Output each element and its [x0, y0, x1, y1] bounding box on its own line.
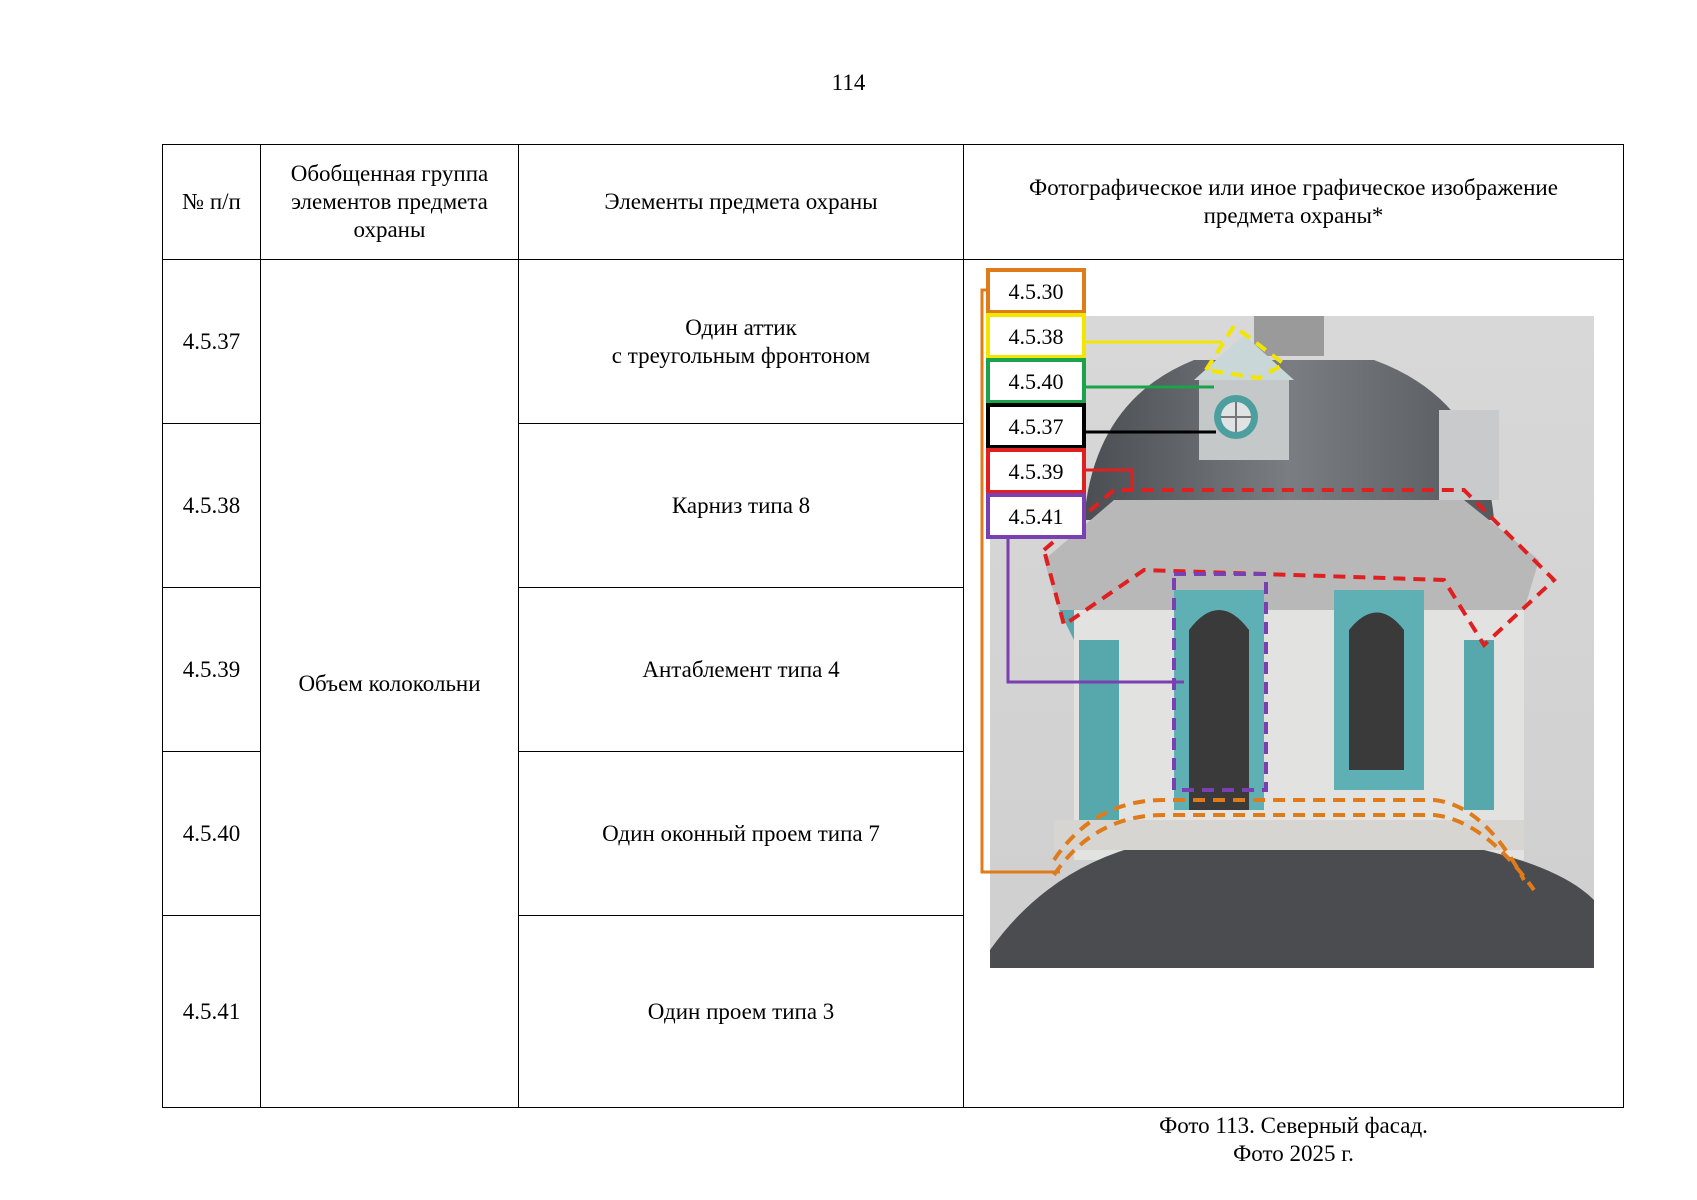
pilaster-left	[1079, 640, 1119, 820]
caption-line-2: Фото 2025 г.	[1233, 1141, 1354, 1166]
row-element: Карниз типа 8	[518, 423, 964, 588]
group-name: Объем колокольни	[260, 259, 519, 1108]
table-row: 4.5.37 Объем колокольни Один аттик с тре…	[162, 259, 1624, 1166]
table-header-row: № п/п Обобщенная группа элементов предме…	[162, 144, 1624, 260]
protection-table: № п/п Обобщенная группа элементов предме…	[162, 144, 1624, 1166]
photo-caption: Фото 113. Северный фасад. Фото 2025 г.	[964, 1112, 1623, 1168]
header-num: № п/п	[162, 144, 261, 260]
photo-cell: 4.5.30 4.5.38 4.5.40 4.5.37 4.5.39 4.5.41 Фот…	[963, 259, 1624, 1166]
header-photo: Фотографическое или иное графическое изо…	[963, 144, 1624, 260]
row-num: 4.5.40	[162, 751, 261, 916]
label-text: 4.5.38	[1009, 324, 1064, 349]
pilaster-right	[1464, 640, 1494, 810]
header-group: Обобщенная группа элементов предмета охр…	[260, 144, 519, 260]
row-num: 4.5.41	[162, 915, 261, 1108]
row-num: 4.5.38	[162, 423, 261, 588]
row-element: Антаблемент типа 4	[518, 587, 964, 752]
element-line-2: с треугольным фронтоном	[611, 342, 871, 368]
cornice-band	[1044, 500, 1539, 610]
page-number: 114	[831, 70, 866, 95]
label-text: 4.5.41	[1009, 504, 1064, 529]
row-element: Один аттик с треугольным фронтоном	[518, 259, 964, 424]
side-dormer	[1439, 410, 1499, 500]
caption-line-1: Фото 113. Северный фасад.	[1159, 1113, 1428, 1138]
row-num: 4.5.37	[162, 259, 261, 424]
bell-opening	[1189, 610, 1249, 810]
header-elements: Элементы предмета охраны	[518, 144, 964, 260]
label-text: 4.5.30	[1009, 279, 1064, 304]
element-line-1: Один аттик	[685, 314, 797, 340]
row-element: Один оконный проем типа 7	[518, 751, 964, 916]
label-text: 4.5.37	[1009, 414, 1064, 439]
bell-tower-photo: 4.5.30 4.5.38 4.5.40 4.5.37 4.5.39 4.5.41	[980, 268, 1594, 968]
row-num: 4.5.39	[162, 587, 261, 752]
row-element: Один проем типа 3	[518, 915, 964, 1108]
lower-cornice	[1054, 820, 1524, 850]
photo-labels: 4.5.30 4.5.38 4.5.40 4.5.37 4.5.39 4.5.41	[986, 268, 1086, 539]
bell-opening-2	[1349, 612, 1404, 770]
label-text: 4.5.39	[1009, 459, 1064, 484]
label-text: 4.5.40	[1009, 369, 1064, 394]
